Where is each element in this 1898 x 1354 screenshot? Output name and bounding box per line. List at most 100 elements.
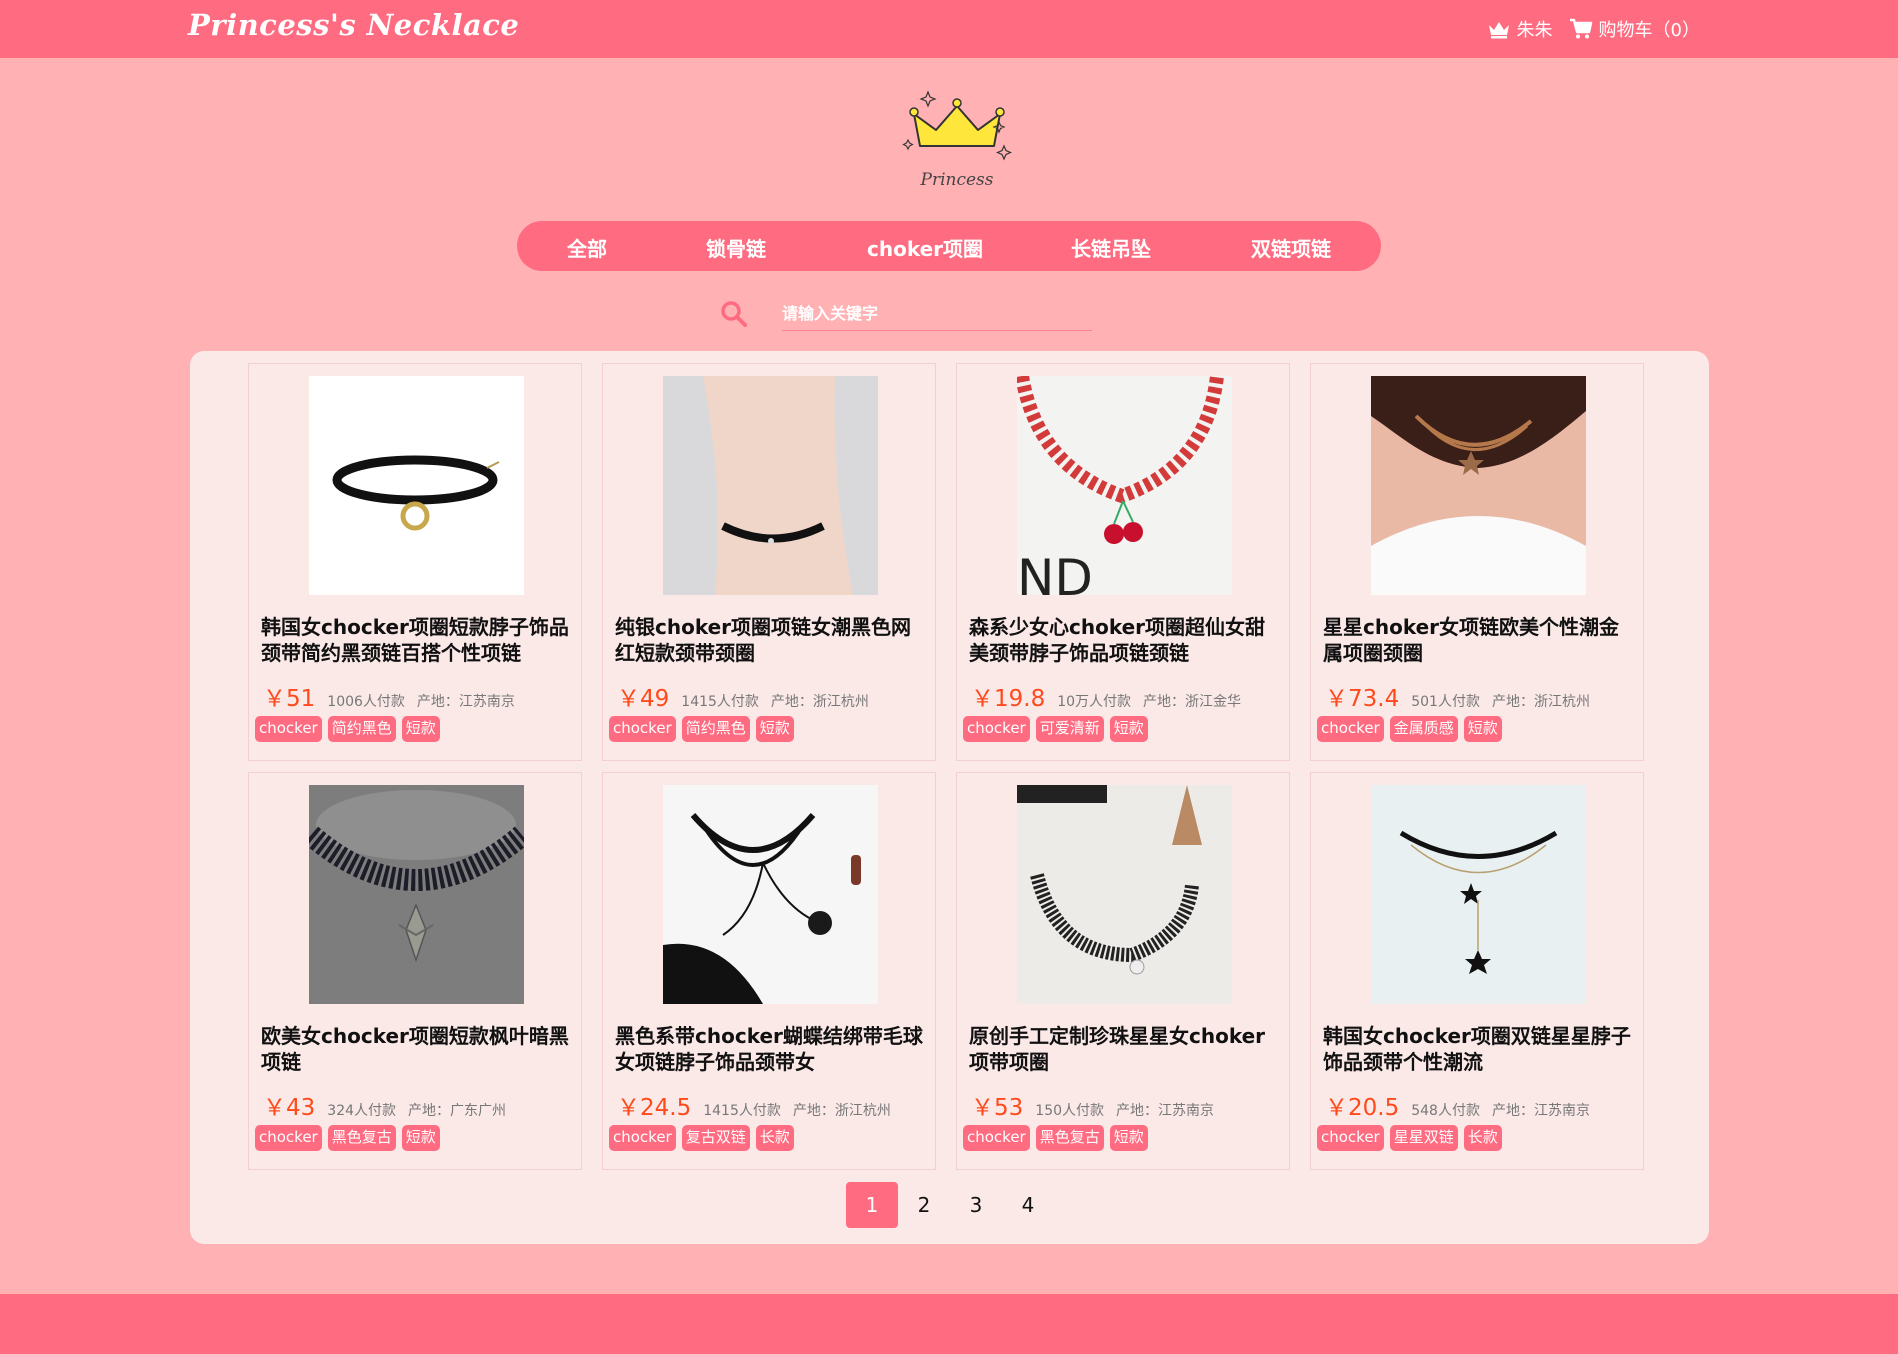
product-title[interactable]: 星星choker女项链欧美个性潮金属项圈颈圈 — [1323, 614, 1635, 666]
crown-icon — [1487, 19, 1511, 39]
product-tag[interactable]: 简约黑色 — [681, 716, 750, 742]
product-tag[interactable]: 星星双链 — [1389, 1125, 1458, 1151]
product-sales: 1415人付款 — [681, 694, 759, 710]
product-card[interactable]: 原创手工定制珍珠星星女choker项带项圈 ￥53 150人付款 产地：江苏南京… — [956, 772, 1290, 1170]
product-price: ￥51 — [263, 686, 316, 712]
page-button-2[interactable]: 2 — [898, 1182, 950, 1228]
product-tags: chocker 黑色复古 短款 — [963, 1125, 1148, 1151]
nav-item-collarbone-chain[interactable]: 锁骨链 — [706, 233, 766, 262]
product-title[interactable]: 韩国女chocker项圈短款脖子饰品颈带简约黑颈链百搭个性项链 — [261, 614, 573, 666]
product-tag[interactable]: 可爱清新 — [1035, 716, 1104, 742]
product-tag[interactable]: 短款 — [1109, 1125, 1148, 1151]
product-title[interactable]: 原创手工定制珍珠星星女choker项带项圈 — [969, 1023, 1281, 1075]
product-tag[interactable]: 简约黑色 — [327, 716, 396, 742]
product-sales: 1415人付款 — [703, 1103, 781, 1119]
cart-link[interactable]: 购物车（0） — [1569, 16, 1700, 42]
product-tag[interactable]: 复古双链 — [681, 1125, 750, 1151]
product-title[interactable]: 纯银choker项圈项链女潮黑色网红短款颈带颈圈 — [615, 614, 927, 666]
product-card[interactable]: 星星choker女项链欧美个性潮金属项圈颈圈 ￥73.4 501人付款 产地：浙… — [1310, 363, 1644, 761]
nav-item-all[interactable]: 全部 — [567, 233, 607, 262]
logo-caption: Princess — [920, 170, 994, 190]
product-title[interactable]: 黑色系带chocker蝴蝶结绑带毛球女项链脖子饰品颈带女 — [615, 1023, 927, 1075]
product-tag[interactable]: chocker — [255, 716, 322, 742]
product-image — [309, 785, 524, 1004]
product-image — [1371, 376, 1586, 595]
product-image — [1371, 785, 1586, 1004]
product-origin: 产地：江苏南京 — [1491, 1103, 1590, 1119]
product-sales: 1006人付款 — [327, 694, 405, 710]
product-image — [663, 376, 878, 595]
product-card[interactable]: 韩国女chocker项圈双链星星脖子饰品颈带个性潮流 ￥20.5 548人付款 … — [1310, 772, 1644, 1170]
product-tag[interactable]: chocker — [609, 716, 676, 742]
product-origin: 产地：广东广州 — [408, 1103, 507, 1119]
product-tag[interactable]: 长款 — [1463, 1125, 1502, 1151]
product-origin: 产地：浙江杭州 — [770, 694, 869, 710]
page-button-1[interactable]: 1 — [846, 1182, 898, 1228]
product-origin: 产地：浙江杭州 — [792, 1103, 891, 1119]
pagination: 1 2 3 4 — [846, 1182, 1054, 1228]
search-icon[interactable] — [720, 300, 748, 328]
product-tag[interactable]: chocker — [255, 1125, 322, 1151]
product-price: ￥24.5 — [617, 1095, 692, 1121]
product-image: ND — [1017, 376, 1232, 595]
product-tag[interactable]: chocker — [1317, 716, 1384, 742]
product-card[interactable]: 黑色系带chocker蝴蝶结绑带毛球女项链脖子饰品颈带女 ￥24.5 1415人… — [602, 772, 936, 1170]
product-sales: 501人付款 — [1411, 694, 1480, 710]
product-tag[interactable]: 短款 — [1109, 716, 1148, 742]
brand-logo-text[interactable]: Princess's Necklace — [188, 8, 519, 42]
product-origin: 产地：浙江杭州 — [1491, 694, 1590, 710]
product-image — [309, 376, 524, 595]
product-price: ￥73.4 — [1325, 686, 1400, 712]
product-tags: chocker 金属质感 短款 — [1317, 716, 1502, 742]
top-bar: Princess's Necklace 朱朱 购物车（0） — [0, 0, 1898, 58]
product-tag[interactable]: 黑色复古 — [1035, 1125, 1104, 1151]
product-image — [663, 785, 878, 1004]
product-meta: ￥51 1006人付款 产地：江苏南京 — [263, 679, 515, 713]
product-meta: ￥53 150人付款 产地：江苏南京 — [971, 1088, 1214, 1122]
user-menu[interactable]: 朱朱 — [1487, 16, 1553, 42]
search-input[interactable] — [782, 297, 1092, 331]
product-tags: chocker 简约黑色 短款 — [609, 716, 794, 742]
page-button-4[interactable]: 4 — [1002, 1182, 1054, 1228]
product-tag[interactable]: 短款 — [401, 1125, 440, 1151]
category-nav: 全部 锁骨链 choker项圈 长链吊坠 双链项链 — [517, 221, 1381, 271]
product-tag[interactable]: chocker — [963, 1125, 1030, 1151]
product-card[interactable]: 韩国女chocker项圈短款脖子饰品颈带简约黑颈链百搭个性项链 ￥51 1006… — [248, 363, 582, 761]
product-card[interactable]: 欧美女chocker项圈短款枫叶暗黑项链 ￥43 324人付款 产地：广东广州 … — [248, 772, 582, 1170]
product-tag[interactable]: 黑色复古 — [327, 1125, 396, 1151]
nav-item-choker[interactable]: choker项圈 — [867, 233, 983, 262]
product-tag[interactable]: 短款 — [755, 716, 794, 742]
user-area: 朱朱 购物车（0） — [1487, 16, 1700, 42]
product-sales: 150人付款 — [1035, 1103, 1105, 1119]
svg-text:ND: ND — [1017, 549, 1093, 595]
product-card[interactable]: ND 森系少女心choker项圈超仙女甜美颈带脖子饰品项链颈链 ￥19.8 10… — [956, 363, 1290, 761]
nav-item-double-chain[interactable]: 双链项链 — [1251, 233, 1331, 262]
page-button-3[interactable]: 3 — [950, 1182, 1002, 1228]
product-price: ￥53 — [971, 1095, 1024, 1121]
user-name: 朱朱 — [1516, 20, 1553, 41]
product-origin: 产地：江苏南京 — [1116, 1103, 1215, 1119]
product-price: ￥43 — [263, 1095, 316, 1121]
product-tag[interactable]: 短款 — [1463, 716, 1502, 742]
product-tag[interactable]: 金属质感 — [1389, 716, 1458, 742]
product-panel: 韩国女chocker项圈短款脖子饰品颈带简约黑颈链百搭个性项链 ￥51 1006… — [190, 351, 1709, 1244]
product-tag[interactable]: chocker — [963, 716, 1030, 742]
product-tag[interactable]: chocker — [1317, 1125, 1384, 1151]
product-sales: 548人付款 — [1411, 1103, 1480, 1119]
product-tag[interactable]: 短款 — [401, 716, 440, 742]
product-tag[interactable]: 长款 — [755, 1125, 794, 1151]
product-tag[interactable]: chocker — [609, 1125, 676, 1151]
product-title[interactable]: 欧美女chocker项圈短款枫叶暗黑项链 — [261, 1023, 573, 1075]
product-title[interactable]: 韩国女chocker项圈双链星星脖子饰品颈带个性潮流 — [1323, 1023, 1635, 1075]
product-card[interactable]: 纯银choker项圈项链女潮黑色网红短款颈带颈圈 ￥49 1415人付款 产地：… — [602, 363, 936, 761]
product-tags: chocker 黑色复古 短款 — [255, 1125, 440, 1151]
product-price: ￥20.5 — [1325, 1095, 1400, 1121]
nav-item-long-pendant[interactable]: 长链吊坠 — [1071, 233, 1151, 262]
product-origin: 产地：浙江金华 — [1143, 694, 1242, 710]
product-meta: ￥73.4 501人付款 产地：浙江杭州 — [1325, 679, 1590, 713]
footer-bar — [0, 1294, 1898, 1354]
product-title[interactable]: 森系少女心choker项圈超仙女甜美颈带脖子饰品项链颈链 — [969, 614, 1281, 666]
product-price: ￥19.8 — [971, 686, 1046, 712]
product-meta: ￥24.5 1415人付款 产地：浙江杭州 — [617, 1088, 891, 1122]
product-tags: chocker 简约黑色 短款 — [255, 716, 440, 742]
